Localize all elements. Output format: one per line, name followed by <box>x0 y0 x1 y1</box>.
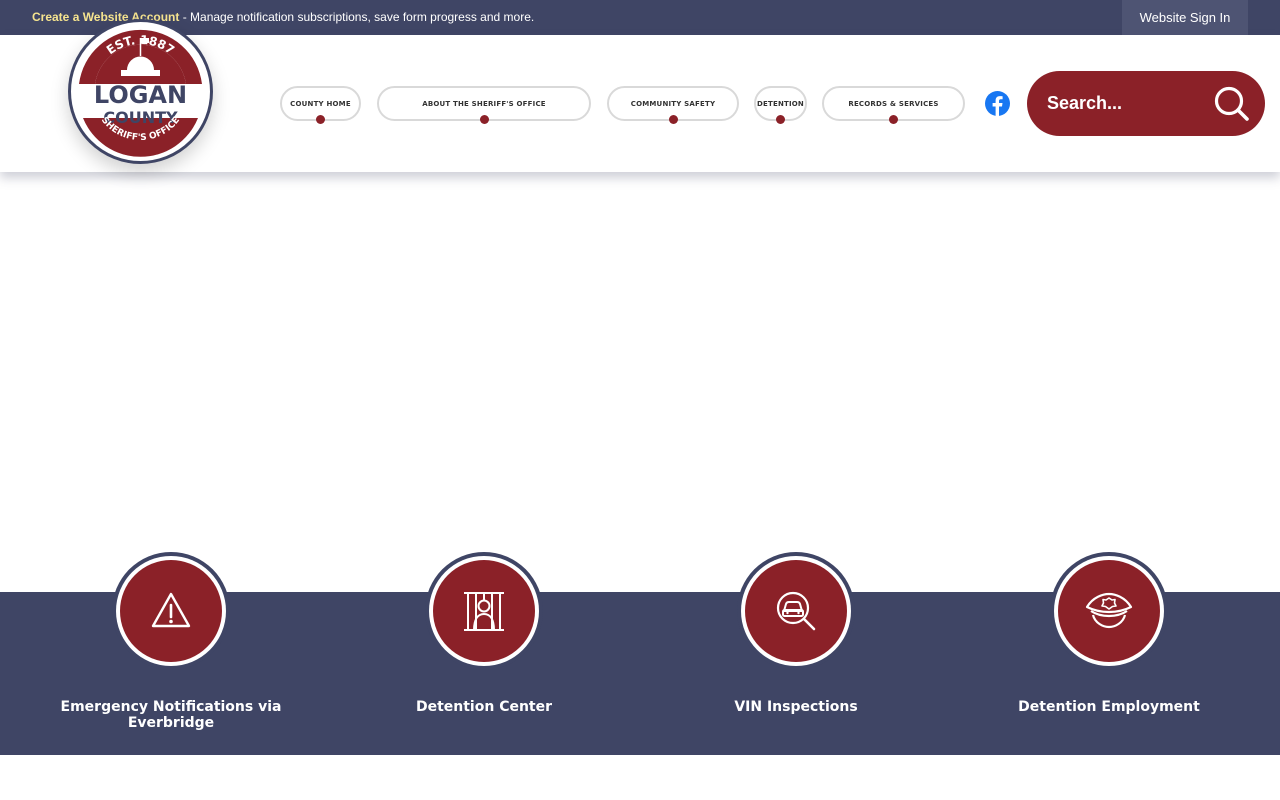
nav-dot <box>668 115 678 124</box>
quick-link-detention-employment[interactable]: Detention Employment <box>953 552 1265 727</box>
quick-link-emergency-notifications[interactable]: Emergency Notifications via Everbridge <box>15 552 327 731</box>
logo-logan-text: LOGAN <box>94 81 187 109</box>
jail-cell-icon <box>433 560 535 662</box>
search-box <box>1027 71 1265 136</box>
account-message-text: - Manage notification subscriptions, sav… <box>179 10 535 24</box>
quick-link-label: Detention Employment <box>1018 699 1200 715</box>
nav-dot <box>776 115 785 124</box>
nav-county-home[interactable]: County Home <box>280 86 361 124</box>
nav-about-sheriffs-office[interactable]: About the Sheriff's Office <box>377 86 591 124</box>
warning-icon <box>120 560 222 662</box>
search-icon[interactable] <box>1213 85 1251 123</box>
nav-label: Community Safety <box>630 99 716 108</box>
quick-link-detention-center[interactable]: Detention Center <box>328 552 640 727</box>
nav-label: Detention <box>757 99 804 108</box>
nav-dot <box>479 115 489 124</box>
nav-community-safety[interactable]: Community Safety <box>607 86 739 124</box>
nav-label: County Home <box>290 99 351 108</box>
quick-link-vin-inspections[interactable]: VIN Inspections <box>640 552 952 727</box>
quick-link-label: Detention Center <box>415 699 553 715</box>
police-hat-icon <box>1058 560 1160 662</box>
nav-dot <box>889 115 898 124</box>
nav-dot <box>316 115 325 124</box>
nav-detention[interactable]: Detention <box>754 86 807 124</box>
nav-label: About the Sheriff's Office <box>422 99 546 108</box>
car-magnifier-icon <box>745 560 847 662</box>
quick-link-label: VIN Inspections <box>734 699 858 715</box>
logan-county-sheriff-logo[interactable]: EST. 1887 LOGAN COUNTY SHERIFF'S OFFICE <box>68 19 213 164</box>
search-input[interactable] <box>1047 71 1207 136</box>
quick-link-label: Emergency Notifications via Everbridge <box>60 699 282 731</box>
nav-label: Records & Services <box>848 99 939 108</box>
facebook-icon[interactable] <box>985 91 1010 116</box>
nav-records-services[interactable]: Records & Services <box>822 86 965 124</box>
website-sign-in-button[interactable]: Website Sign In <box>1122 0 1248 35</box>
